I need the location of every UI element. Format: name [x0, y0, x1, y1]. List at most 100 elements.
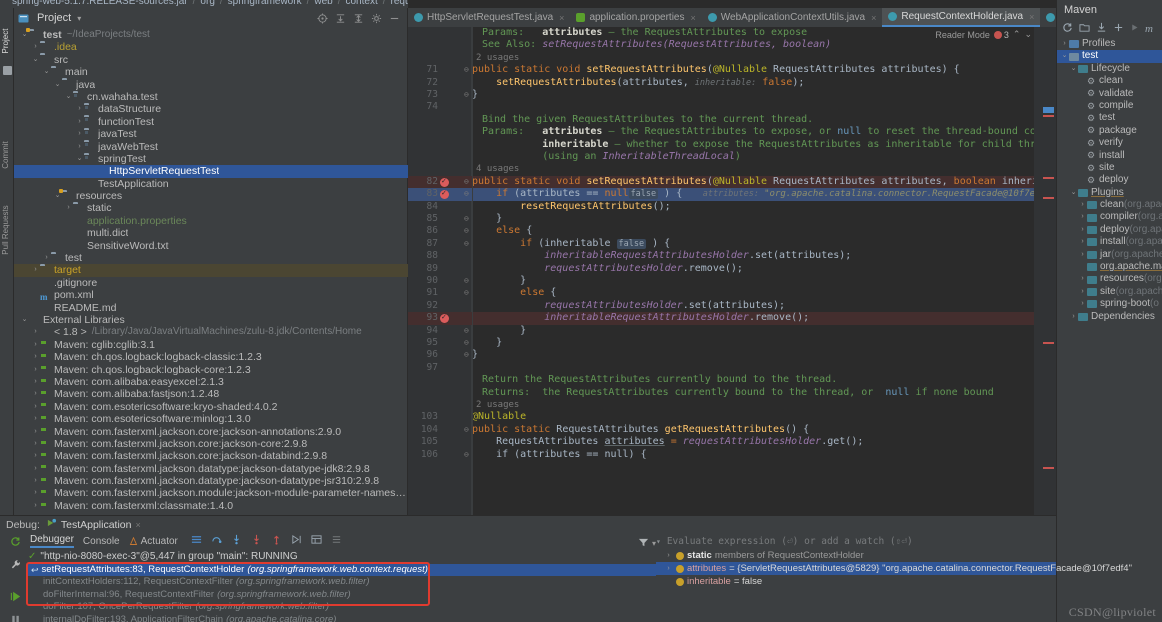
- stack-frame-row[interactable]: internalDoFilter:193, ApplicationFilterC…: [28, 614, 656, 622]
- tree-expander-icon[interactable]: ›: [75, 141, 84, 153]
- pause-icon[interactable]: [10, 614, 21, 622]
- tree-row[interactable]: ›.idea: [14, 41, 408, 53]
- run-to-cursor-icon[interactable]: [291, 534, 302, 548]
- minimize-icon[interactable]: [389, 13, 400, 24]
- maven-tree-row[interactable]: ⚙site: [1057, 162, 1162, 174]
- tree-expander-icon[interactable]: ›: [31, 475, 40, 487]
- tree-expander-icon[interactable]: ›: [31, 438, 40, 450]
- maven-tree-row[interactable]: ⚙compile: [1057, 100, 1162, 112]
- tree-expander-icon[interactable]: ›: [42, 252, 51, 264]
- code-line[interactable]: [472, 362, 1034, 374]
- code-line[interactable]: }: [472, 337, 1034, 349]
- tree-expander-icon[interactable]: ›: [64, 202, 73, 214]
- marker-error[interactable]: [1043, 197, 1054, 199]
- tree-expander-icon[interactable]: ›: [31, 351, 40, 363]
- inspection-badge[interactable]: 3: [994, 30, 1009, 40]
- fold-marker-icon[interactable]: ⊖: [464, 275, 469, 287]
- code-line[interactable]: 2 usages: [476, 52, 1034, 64]
- evaluate-expression-row[interactable]: ▾ Evaluate expression (⏎) or add a watch…: [656, 533, 1056, 549]
- code-line[interactable]: if (inheritable false ) {: [472, 238, 1034, 250]
- maven-tree-row[interactable]: ›spring-boot (o: [1057, 298, 1162, 310]
- maven-tree-row[interactable]: ⚙clean: [1057, 75, 1162, 87]
- maven-tree-row[interactable]: ⚙install: [1057, 150, 1162, 162]
- settings-icon[interactable]: [371, 13, 382, 24]
- tree-row[interactable]: ›Maven: com.fasterxml.jackson.datatype:j…: [14, 475, 408, 487]
- tree-row[interactable]: ›test: [14, 252, 408, 264]
- code-line[interactable]: }: [472, 275, 1034, 287]
- tree-expander-icon[interactable]: ⌄: [1069, 63, 1078, 75]
- code-line[interactable]: else {: [472, 225, 1034, 237]
- tree-expander-icon[interactable]: ⌄: [31, 54, 40, 66]
- evaluate-icon[interactable]: [311, 534, 322, 548]
- tree-row[interactable]: ›target: [14, 264, 408, 276]
- fold-marker-icon[interactable]: ⊖: [464, 449, 469, 461]
- tree-row[interactable]: ⌄main: [14, 66, 408, 78]
- close-icon[interactable]: ×: [1029, 12, 1034, 22]
- step-over-icon[interactable]: [211, 534, 222, 548]
- tree-expander-icon[interactable]: ›: [31, 487, 40, 499]
- close-icon[interactable]: ×: [559, 13, 564, 23]
- code-line[interactable]: else {: [472, 287, 1034, 299]
- filter-caret-icon[interactable]: ▾: [656, 537, 661, 546]
- add-icon[interactable]: [1113, 22, 1124, 36]
- tree-expander-icon[interactable]: ›: [31, 364, 40, 376]
- fold-marker-icon[interactable]: ⊖: [464, 225, 469, 237]
- maven-tree-row[interactable]: ›resources (org.: [1057, 273, 1162, 285]
- fold-marker-icon[interactable]: ⊖: [464, 424, 469, 436]
- fold-marker-icon[interactable]: ⊖: [464, 287, 469, 299]
- thread-row[interactable]: ✓ "http-nio-8080-exec-3"@5,447 in group …: [28, 550, 656, 563]
- variable-row[interactable]: ›static members of RequestContextHolder: [656, 549, 1056, 562]
- force-step-into-icon[interactable]: [251, 534, 262, 548]
- tree-row[interactable]: ›Maven: com.fasterxml.jackson.datatype:j…: [14, 463, 408, 475]
- maven-tree-row[interactable]: ⚙package: [1057, 125, 1162, 137]
- tree-expander-icon[interactable]: ›: [1078, 273, 1087, 285]
- code-line[interactable]: requestAttributesHolder.set(attributes);: [472, 300, 1034, 312]
- tree-row[interactable]: ›functionTest: [14, 116, 408, 128]
- stack-frame-row[interactable]: doFilterInternal:96, RequestContextFilte…: [28, 589, 656, 601]
- expand-icon[interactable]: [353, 13, 364, 24]
- fold-marker-icon[interactable]: ⊖: [464, 176, 469, 188]
- variable-row[interactable]: inheritable = false: [656, 575, 1056, 588]
- fold-marker-icon[interactable]: ⊖: [464, 64, 469, 76]
- code-line[interactable]: inheritable – whether to expose the Requ…: [482, 139, 1034, 151]
- breadcrumb-item[interactable]: springframework: [228, 0, 302, 7]
- code-line[interactable]: public static void setRequestAttributes(…: [472, 176, 1034, 188]
- code-line[interactable]: RequestAttributes attributes = requestAt…: [472, 436, 1034, 448]
- code-line[interactable]: See Also: setRequestAttributes(RequestAt…: [482, 39, 1034, 51]
- tree-row[interactable]: ⌄test~/IdeaProjects/test: [14, 29, 408, 41]
- maven-tree-row[interactable]: ›deploy (org.apa: [1057, 224, 1162, 236]
- filter-dropdown-caret[interactable]: ▾: [652, 539, 656, 548]
- reader-mode-label[interactable]: Reader Mode: [935, 30, 990, 40]
- tree-row[interactable]: TestApplication: [14, 178, 408, 190]
- maven-icon[interactable]: m: [1145, 23, 1153, 35]
- step-out-icon[interactable]: [271, 534, 282, 548]
- tree-expander-icon[interactable]: ›: [31, 413, 40, 425]
- frames-icon[interactable]: [191, 534, 202, 548]
- close-icon[interactable]: ×: [691, 13, 696, 23]
- tree-row[interactable]: ›dataStructure: [14, 103, 408, 115]
- tree-row[interactable]: ›Maven: com.esotericsoftware:minlog:1.3.…: [14, 413, 408, 425]
- tree-row[interactable]: ⌄External Libraries: [14, 314, 408, 326]
- fold-marker-icon[interactable]: ⊖: [464, 213, 469, 225]
- tree-expander-icon[interactable]: ›: [664, 562, 673, 575]
- maven-tree-row[interactable]: ⚙test: [1057, 112, 1162, 124]
- tree-expander-icon[interactable]: ›: [31, 401, 40, 413]
- tree-row[interactable]: ›javaWebTest: [14, 141, 408, 153]
- tree-row[interactable]: HttpServletRequestTest: [14, 165, 408, 177]
- editor-tab-bar[interactable]: HttpServletRequestTest.java×application.…: [408, 8, 1056, 27]
- fold-marker-icon[interactable]: ⊖: [464, 349, 469, 361]
- rerun-icon[interactable]: [10, 536, 21, 550]
- tree-expander-icon[interactable]: ›: [31, 264, 40, 276]
- code-line[interactable]: [472, 101, 1034, 113]
- tree-expander-icon[interactable]: ›: [31, 388, 40, 400]
- marker-error[interactable]: [1043, 467, 1054, 469]
- tree-expander-icon[interactable]: ›: [1078, 211, 1087, 223]
- code-line[interactable]: 4 usages: [476, 163, 1034, 175]
- tree-row[interactable]: mpom.xml: [14, 289, 408, 301]
- editor-tab[interactable]: WebApplicationContextUtils.java×: [702, 8, 883, 27]
- tree-row[interactable]: ›Maven: com.esotericsoftware:kryo-shaded…: [14, 401, 408, 413]
- code-line[interactable]: 2 usages: [476, 399, 1034, 411]
- variables-list[interactable]: ›static members of RequestContextHolder›…: [656, 549, 1056, 588]
- tree-expander-icon[interactable]: ›: [664, 549, 673, 562]
- tree-expander-icon[interactable]: ›: [1069, 311, 1078, 323]
